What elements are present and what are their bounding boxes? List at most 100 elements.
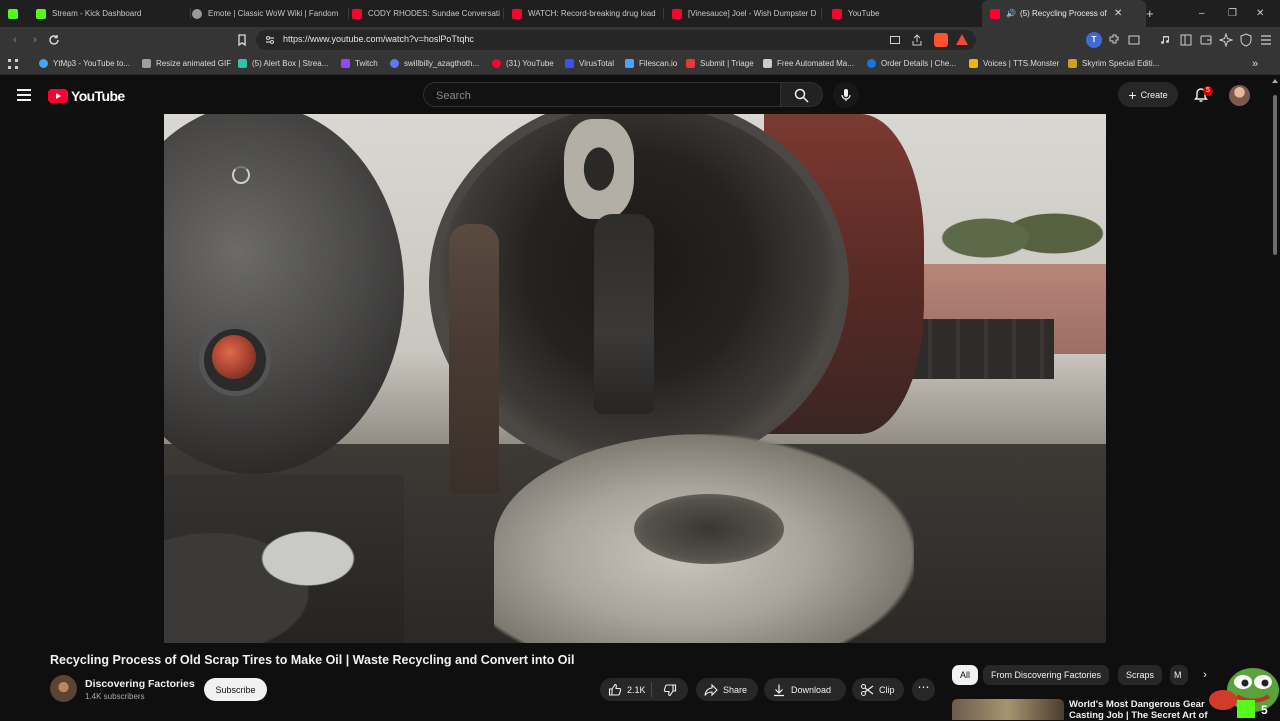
minimize-icon: – xyxy=(1199,8,1205,19)
leo-ai-icon[interactable] xyxy=(1219,33,1233,47)
minimize-button[interactable]: – xyxy=(1199,0,1205,27)
share-page-icon[interactable] xyxy=(911,34,923,46)
notification-count-badge: 5 xyxy=(1203,86,1213,96)
wallet-panel-icon[interactable] xyxy=(1199,33,1213,47)
new-tab-button[interactable]: + xyxy=(1146,0,1154,27)
kick-favicon-icon xyxy=(36,8,46,19)
search-box[interactable] xyxy=(423,82,781,107)
order-favicon-icon xyxy=(867,59,876,68)
like-button[interactable]: 2.1K xyxy=(600,682,652,697)
page-scrollbar[interactable] xyxy=(1270,75,1280,720)
thumbs-down-icon xyxy=(663,683,677,696)
voice-search-button[interactable] xyxy=(833,82,859,108)
tab-cody-rhodes[interactable]: CODY RHODES: Sundae Conversati xyxy=(346,0,504,27)
stream-overlay: 5 xyxy=(1203,660,1280,720)
bookmark-youtube[interactable]: (31) YouTube xyxy=(492,57,554,70)
chip-truncated[interactable]: M xyxy=(1170,665,1188,685)
bookmark-order-details[interactable]: Order Details | Che... xyxy=(867,57,956,70)
extension-icon[interactable] xyxy=(1107,33,1121,47)
close-window-button[interactable]: ✕ xyxy=(1256,0,1264,27)
share-label: Share xyxy=(723,684,748,695)
create-button[interactable]: + Create xyxy=(1118,82,1178,107)
recommendation-thumbnail[interactable] xyxy=(952,699,1064,720)
bookmark-virustotal[interactable]: VirusTotal xyxy=(565,57,614,70)
clip-button[interactable]: Clip xyxy=(852,678,904,701)
back-arrow-icon: ‹ xyxy=(13,34,17,46)
vpn-shield-icon[interactable] xyxy=(1239,33,1253,47)
chip-from-channel[interactable]: From Discovering Factories xyxy=(983,665,1110,685)
bookmark-resize-gif[interactable]: Resize animated GIF xyxy=(142,57,231,70)
chip-all[interactable]: All xyxy=(952,665,979,685)
brave-rewards-icon[interactable] xyxy=(956,34,968,45)
video-player[interactable] xyxy=(164,114,1106,643)
dislike-button[interactable] xyxy=(652,683,688,697)
bookmark-label: Skyrim Special Editi... xyxy=(1082,59,1160,68)
microphone-icon xyxy=(841,89,851,101)
sidebar-toggle-icon[interactable] xyxy=(1179,33,1193,47)
forward-button[interactable]: › xyxy=(28,33,42,47)
bookmark-triage[interactable]: Submit | Triage xyxy=(686,57,754,70)
more-actions-button[interactable]: ⋯ xyxy=(912,678,935,701)
youtube-logo[interactable]: YouTube xyxy=(48,88,125,104)
video-frame-trees xyxy=(934,184,1106,274)
share-button[interactable]: Share xyxy=(696,678,758,701)
recommendation-title[interactable]: World's Most Dangerous Gear Casting Job … xyxy=(1069,699,1209,721)
tab-recycling-active[interactable]: 🔊 (5) Recycling Process of Old ✕ xyxy=(982,0,1146,27)
scroll-up-arrow-icon[interactable] xyxy=(1272,79,1278,83)
site-info-icon[interactable] xyxy=(264,34,276,46)
bookmark-alert-box[interactable]: (5) Alert Box | Strea... xyxy=(238,57,328,70)
wallet-icon[interactable] xyxy=(1127,33,1141,47)
bookmark-swillbilly[interactable]: swillbilly_azagthoth... xyxy=(390,57,479,70)
twitch-favicon-icon xyxy=(341,59,350,68)
bookmark-tts-monster[interactable]: Voices | TTS.Monster xyxy=(969,57,1059,70)
bookmark-filescan[interactable]: Filescan.io xyxy=(625,57,677,70)
tab-wow-wiki[interactable]: Emote | Classic WoW Wiki | Fandom xyxy=(186,0,349,27)
plus-icon: + xyxy=(1146,6,1154,21)
bookmark-label: Submit | Triage xyxy=(700,59,754,68)
tab-title: Emote | Classic WoW Wiki | Fandom xyxy=(208,9,339,18)
fandom-favicon-icon xyxy=(192,8,202,19)
screen-cast-icon[interactable] xyxy=(889,34,901,46)
guide-menu-button[interactable] xyxy=(17,89,31,104)
bookmark-free-automated[interactable]: Free Automated Ma... xyxy=(763,57,854,70)
menu-icon[interactable] xyxy=(1259,33,1273,47)
search-input[interactable] xyxy=(434,88,768,104)
bookmark-twitch[interactable]: Twitch xyxy=(341,57,378,70)
maximize-button[interactable]: ❐ xyxy=(1228,0,1237,27)
apps-grid-button[interactable] xyxy=(7,57,19,70)
reload-button[interactable] xyxy=(47,33,61,47)
reload-icon xyxy=(49,35,59,45)
back-button[interactable]: ‹ xyxy=(8,33,22,47)
ytmp3-favicon-icon xyxy=(39,59,48,68)
close-tab-icon[interactable]: ✕ xyxy=(1114,8,1122,19)
media-controls-icon[interactable] xyxy=(1159,33,1173,47)
search-button[interactable] xyxy=(781,82,823,107)
download-button[interactable]: Download xyxy=(764,678,846,701)
channel-avatar[interactable] xyxy=(50,675,77,702)
bookmark-skyrim[interactable]: Skyrim Special Editi... xyxy=(1068,57,1159,70)
loading-spinner-icon xyxy=(232,166,250,184)
chip-label: All xyxy=(960,670,971,680)
tab-pinned-kick[interactable] xyxy=(0,0,26,27)
translate-extension-icon[interactable]: T xyxy=(1086,32,1102,48)
bookmark-page-button[interactable] xyxy=(235,33,249,47)
tab-vinesauce[interactable]: [Vinesauce] Joel - Wish Dumpster D xyxy=(666,0,822,27)
logo-text: YouTube xyxy=(71,88,125,104)
chip-scraps[interactable]: Scraps xyxy=(1118,665,1163,685)
omnibox[interactable]: https://www.youtube.com/watch?v=hoslPoTt… xyxy=(256,30,976,50)
bookmarks-overflow-button[interactable]: » xyxy=(1252,57,1258,70)
tab-kick-dashboard[interactable]: Stream - Kick Dashboard xyxy=(28,0,191,27)
bookmark-ytmp3[interactable]: YtMp3 - YouTube to... xyxy=(39,57,130,70)
tab-title: YouTube xyxy=(848,9,880,18)
youtube-favicon-icon xyxy=(512,8,522,19)
subscribe-button[interactable]: Subscribe xyxy=(204,678,267,701)
channel-name[interactable]: Discovering Factories xyxy=(85,678,195,690)
scroll-thumb[interactable] xyxy=(1273,95,1277,255)
account-avatar[interactable] xyxy=(1229,85,1250,106)
clip-label: Clip xyxy=(879,684,895,695)
youtube-logo-icon xyxy=(48,89,68,103)
tab-youtube[interactable]: YouTube xyxy=(826,0,982,27)
tab-drug-load[interactable]: WATCH: Record-breaking drug load xyxy=(506,0,664,27)
bookmark-label: Voices | TTS.Monster xyxy=(983,59,1060,68)
brave-shields-icon[interactable] xyxy=(934,33,948,47)
